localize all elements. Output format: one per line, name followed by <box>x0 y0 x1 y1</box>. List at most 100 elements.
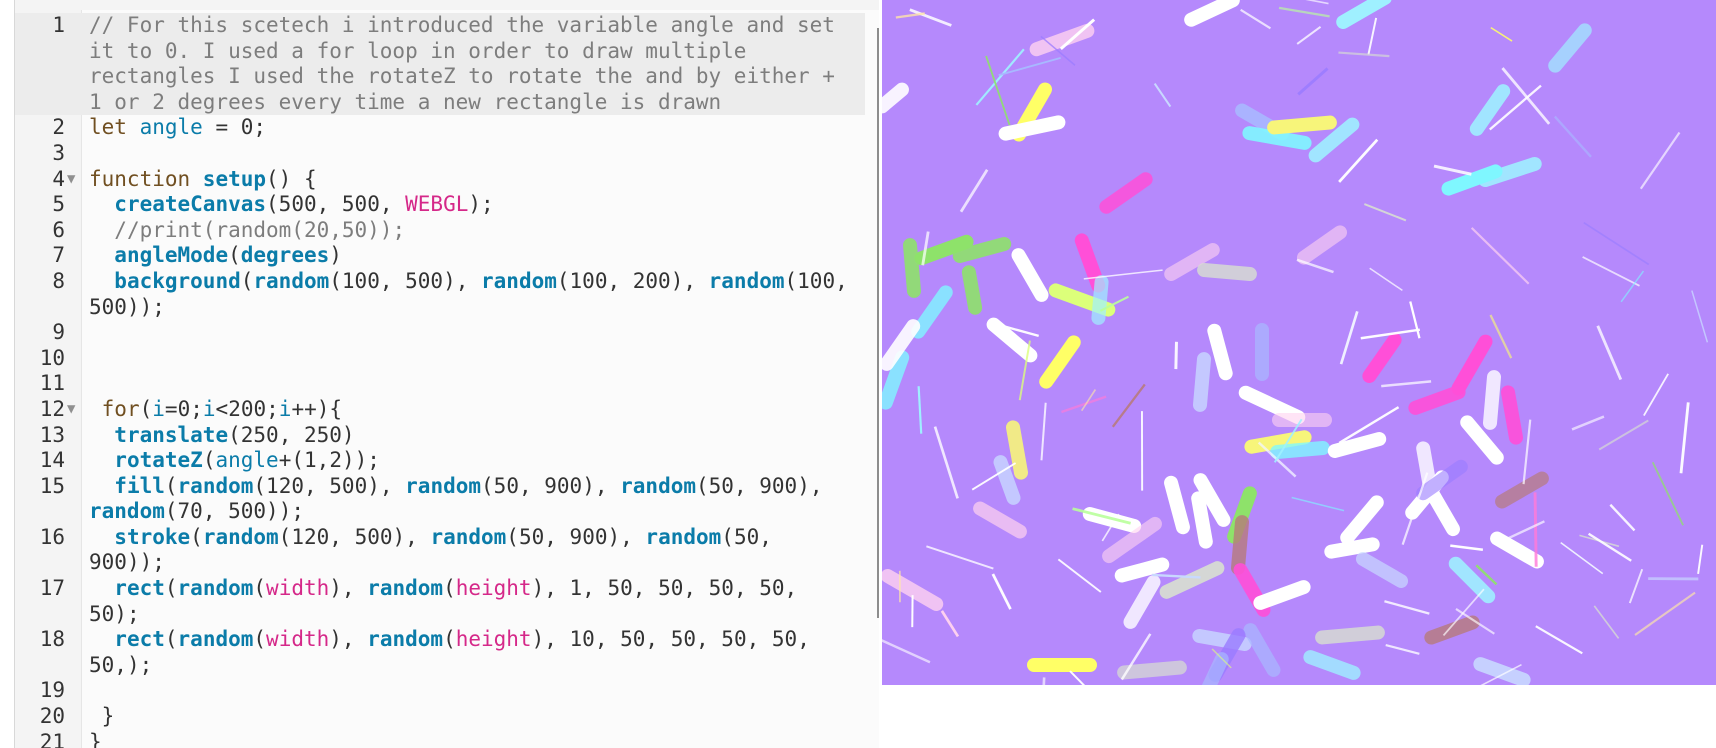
code-line[interactable]: 10 ​ <box>15 346 865 372</box>
code-token: ( <box>202 448 216 473</box>
code-line[interactable]: 4 ▼ function setup() { <box>15 167 865 193</box>
fold-arrow-icon[interactable]: ▼ <box>67 397 75 423</box>
line-number: 2 <box>52 115 65 140</box>
code-line[interactable]: 11 ​ <box>15 371 865 397</box>
line-number: 20 <box>39 704 65 729</box>
code-token: = <box>164 396 178 421</box>
code-editor[interactable]: 1 // For this scetech i introduced the va… <box>14 10 879 748</box>
code-token: ( <box>443 576 456 601</box>
line-source[interactable]: ​ <box>89 346 859 372</box>
code-token: , <box>379 192 406 217</box>
line-source[interactable]: rotateZ(angle+(1,2)); <box>89 448 859 474</box>
code-token: )); <box>266 499 304 524</box>
code-line[interactable]: 2 let angle = 0; <box>15 115 865 141</box>
code-token: ; <box>266 396 279 421</box>
code-token: ) <box>341 422 355 447</box>
sketch-rounded-rect <box>1099 172 1153 214</box>
code-line[interactable]: 15 fill(random(120, 500), random(50, 900… <box>15 474 865 525</box>
sketch-thin-line <box>1369 267 1403 291</box>
sketch-preview-canvas <box>882 0 1716 685</box>
code-token: ), <box>329 576 368 601</box>
code-line[interactable]: 6 //print(random(20,50)); <box>15 218 865 244</box>
code-line[interactable]: 14 rotateZ(angle+(1,2)); <box>15 448 865 474</box>
line-source[interactable]: angleMode(degrees) <box>89 243 859 269</box>
code-token: , <box>759 524 785 549</box>
sketch-thin-line <box>1338 138 1379 183</box>
sketch-rounded-rect <box>1011 248 1049 302</box>
line-source[interactable]: fill(random(120, 500), random(50, 900), … <box>89 474 859 525</box>
line-source[interactable]: } <box>89 704 859 730</box>
code-line[interactable]: 20 } <box>15 704 865 730</box>
line-source[interactable]: ​ <box>89 141 859 167</box>
sketch-thin-line <box>1057 558 1102 593</box>
line-source[interactable]: createCanvas(500, 500, WEBGL); <box>89 192 859 218</box>
code-token: 200 <box>228 396 267 421</box>
code-token: ), <box>531 627 570 652</box>
line-source[interactable]: ​ <box>89 371 859 397</box>
code-token: ( <box>228 422 241 447</box>
code-line[interactable]: 13 translate(250, 250) <box>15 423 865 449</box>
sketch-thin-line <box>1338 51 1390 58</box>
code-line[interactable]: 9​ <box>15 320 865 346</box>
code-line[interactable]: 3​ <box>15 141 865 167</box>
code-token: //print(random(20,50)); <box>114 217 406 242</box>
code-token: 50 <box>607 576 633 601</box>
line-number: 11 <box>39 371 65 396</box>
line-source[interactable]: // For this scetech i introduced the var… <box>89 13 859 115</box>
line-number: 18 <box>39 627 65 652</box>
line-source[interactable]: } <box>89 730 859 748</box>
code-line[interactable]: 8 background(random(100, 500), random(10… <box>15 269 865 320</box>
code-token: ), <box>607 524 646 549</box>
code-line[interactable]: 5 createCanvas(500, 500, WEBGL); <box>15 192 865 218</box>
code-line[interactable]: 7 angleMode(degrees) <box>15 243 865 269</box>
code-token: rect <box>114 627 165 652</box>
sketch-thin-line <box>1042 677 1046 685</box>
sketch-rounded-rect <box>1469 84 1511 136</box>
line-source[interactable]: ​ <box>89 320 859 346</box>
code-token: i <box>202 396 216 421</box>
code-token: random <box>202 524 279 549</box>
line-number: 13 <box>39 422 65 447</box>
code-line[interactable]: 16 stroke(random(120, 500), random(50, 9… <box>15 525 865 576</box>
line-source[interactable]: rect(random(width), random(height), 1, 5… <box>89 576 859 627</box>
sketch-thin-line <box>1634 591 1696 636</box>
code-lines[interactable]: 1 // For this scetech i introduced the va… <box>15 13 865 748</box>
code-line[interactable]: 12 ▼ for(i=0;i<200;i++){ <box>15 397 865 423</box>
code-line[interactable]: 1 // For this scetech i introduced the va… <box>15 13 865 116</box>
line-source[interactable]: translate(250, 250) <box>89 423 859 449</box>
code-token: angle <box>215 448 279 473</box>
line-source[interactable]: background(random(100, 500), random(100,… <box>89 269 859 320</box>
line-source[interactable]: //print(random(20,50)); <box>89 218 859 244</box>
line-source[interactable]: ​ <box>89 678 859 704</box>
code-token: height <box>455 576 532 601</box>
code-token: , <box>683 576 709 601</box>
line-number: 14 <box>39 448 65 473</box>
code-token: ; <box>253 115 267 140</box>
editor-scrollbar-thumb[interactable] <box>877 28 879 618</box>
line-source[interactable]: rect(random(width), random(height), 10, … <box>89 627 859 678</box>
sketch-rounded-rect <box>1255 323 1269 381</box>
code-token: 50 <box>620 627 646 652</box>
line-source[interactable]: for(i=0;i<200;i++){ <box>89 397 859 423</box>
code-token: random <box>620 473 696 498</box>
code-line[interactable]: 19 ​ <box>15 678 865 704</box>
line-number: 15 <box>39 473 65 498</box>
sketch-rounded-rect <box>1327 432 1387 458</box>
code-line[interactable]: 21} <box>15 730 865 748</box>
line-source[interactable]: let angle = 0; <box>89 115 859 141</box>
code-token: 500 <box>278 192 317 217</box>
sketch-rounded-rect <box>1195 652 1229 685</box>
sketch-rounded-rect <box>902 238 922 298</box>
line-number: 7 <box>52 243 65 268</box>
code-line[interactable]: 18 rect(random(width), random(height), 1… <box>15 627 865 678</box>
code-token: ){ <box>316 396 343 421</box>
sketch-thin-line <box>1111 383 1146 428</box>
line-source[interactable]: function setup() { <box>89 167 859 193</box>
code-line[interactable]: 17 rect(random(width), random(height), 1… <box>15 576 865 627</box>
line-source[interactable]: stroke(random(120, 500), random(50, 900)… <box>89 525 859 576</box>
code-token: random <box>405 473 482 498</box>
code-token: angleMode <box>114 243 229 268</box>
code-token: ( <box>164 499 178 524</box>
fold-arrow-icon[interactable]: ▼ <box>67 167 75 193</box>
